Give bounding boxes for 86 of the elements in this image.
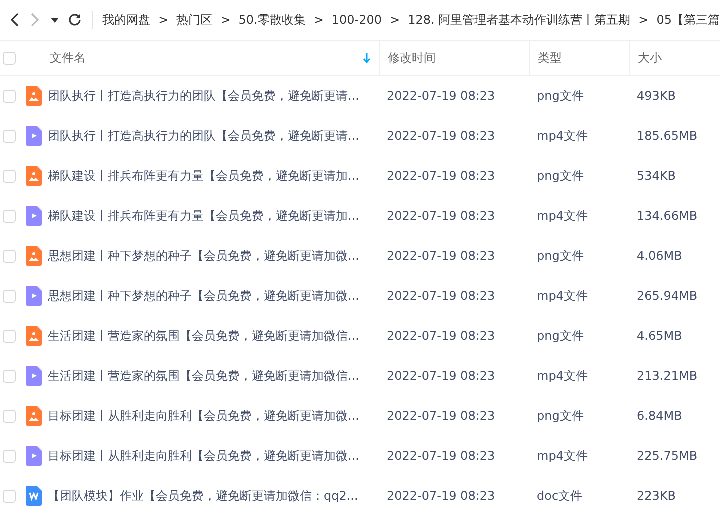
file-type: png文件 [536,88,585,104]
image-file-icon [26,246,42,266]
breadcrumb-link[interactable]: 我的网盘 [102,12,151,28]
file-size: 4.06MB [636,249,684,263]
video-file-icon [26,286,42,306]
video-file-icon [26,366,42,386]
file-size: 6.84MB [636,409,684,423]
word-file-icon [26,486,42,506]
refresh-icon [68,13,82,27]
video-file-icon [26,206,42,226]
file-name[interactable]: 思想团建丨种下梦想的种子【会员免费，避免断更请加微... [48,248,379,264]
breadcrumb-link[interactable]: 热门区 [176,12,213,28]
file-type: mp4文件 [536,368,589,384]
file-name[interactable]: 【团队模块】作业【会员免费，避免断更请加微信：qq2... [48,488,379,504]
modified-time: 2022-07-19 08:23 [386,129,496,143]
video-file-icon [26,446,42,466]
row-checkbox[interactable] [3,90,16,102]
image-file-icon [26,326,42,346]
chevron-right-icon [30,13,40,27]
file-size: 4.65MB [636,329,684,343]
modified-time: 2022-07-19 08:23 [386,89,496,103]
caret-down-icon [50,18,59,22]
breadcrumb-separator: > [390,13,400,27]
select-all-checkbox[interactable] [3,52,16,64]
column-header[interactable]: 修改时间 [379,41,529,75]
breadcrumb-link[interactable]: 100-200 [332,13,382,27]
file-name[interactable]: 团队执行丨打造高执行力的团队【会员免费，避免断更请... [48,128,379,144]
file-name[interactable]: 目标团建丨从胜利走向胜利【会员免费，避免断更请加微... [48,408,379,424]
row-checkbox[interactable] [3,130,16,142]
modified-time: 2022-07-19 08:23 [386,169,496,183]
modified-time: 2022-07-19 08:23 [386,329,496,343]
row-checkbox[interactable] [3,290,16,302]
row-checkbox[interactable] [3,170,16,182]
file-name[interactable]: 梯队建设丨排兵布阵更有力量【会员免费，避免断更请加... [48,168,379,184]
modified-time: 2022-07-19 08:23 [386,289,496,303]
file-type: png文件 [536,248,585,264]
file-size: 493KB [636,89,678,103]
file-type: png文件 [536,328,585,344]
breadcrumb-link[interactable]: 50.零散收集 [238,12,306,28]
breadcrumb-separator: > [638,13,649,27]
file-size: 213.21MB [636,369,699,383]
file-size: 134.66MB [636,209,699,223]
file-name[interactable]: 梯队建设丨排兵布阵更有力量【会员免费，避免断更请加... [48,208,379,224]
row-checkbox[interactable] [3,210,16,222]
row-checkbox[interactable] [3,410,16,422]
file-type: doc文件 [536,488,584,504]
file-type: png文件 [536,168,585,184]
file-name[interactable]: 团队执行丨打造高执行力的团队【会员免费，避免断更请... [48,88,379,104]
file-name[interactable]: 生活团建丨营造家的氛围【会员免费，避免断更请加微信... [48,328,379,344]
row-checkbox[interactable] [3,370,16,382]
column-header[interactable]: 类型 [529,41,629,75]
breadcrumb-separator: > [314,13,324,27]
breadcrumb-link[interactable]: 05【第三篇 [656,12,720,28]
file-size: 225.75MB [636,449,699,463]
image-file-icon [26,406,42,426]
file-size: 534KB [636,169,678,183]
row-checkbox[interactable] [3,330,16,342]
file-type: png文件 [536,408,585,424]
file-name[interactable]: 思想团建丨种下梦想的种子【会员免费，避免断更请加微... [48,288,379,304]
modified-time: 2022-07-19 08:23 [386,489,496,503]
file-type: mp4文件 [536,448,589,464]
column-header[interactable]: 大小 [629,41,720,75]
breadcrumb-separator: > [220,13,231,27]
file-type: mp4文件 [536,128,589,144]
file-size: 223KB [636,489,678,503]
breadcrumb-link[interactable]: 128. 阿里管理者基本动作训练营丨第五期 [408,12,631,28]
modified-time: 2022-07-19 08:23 [386,409,496,423]
column-header[interactable]: 文件名 [48,41,379,75]
file-size: 265.94MB [636,289,699,303]
video-file-icon [26,126,42,146]
row-checkbox[interactable] [3,250,16,262]
modified-time: 2022-07-19 08:23 [386,249,496,263]
file-name[interactable]: 目标团建丨从胜利走向胜利【会员免费，避免断更请加微... [48,448,379,464]
modified-time: 2022-07-19 08:23 [386,449,496,463]
chevron-left-icon [10,13,20,27]
modified-time: 2022-07-19 08:23 [386,369,496,383]
image-file-icon [26,86,42,106]
image-file-icon [26,166,42,186]
breadcrumb-separator: > [158,13,169,27]
file-type: mp4文件 [536,208,589,224]
file-name[interactable]: 生活团建丨营造家的氛围【会员免费，避免断更请加微信... [48,368,379,384]
file-size: 185.65MB [636,129,699,143]
row-checkbox[interactable] [3,450,16,462]
file-type: mp4文件 [536,288,589,304]
row-checkbox[interactable] [3,490,16,502]
modified-time: 2022-07-19 08:23 [386,209,496,223]
